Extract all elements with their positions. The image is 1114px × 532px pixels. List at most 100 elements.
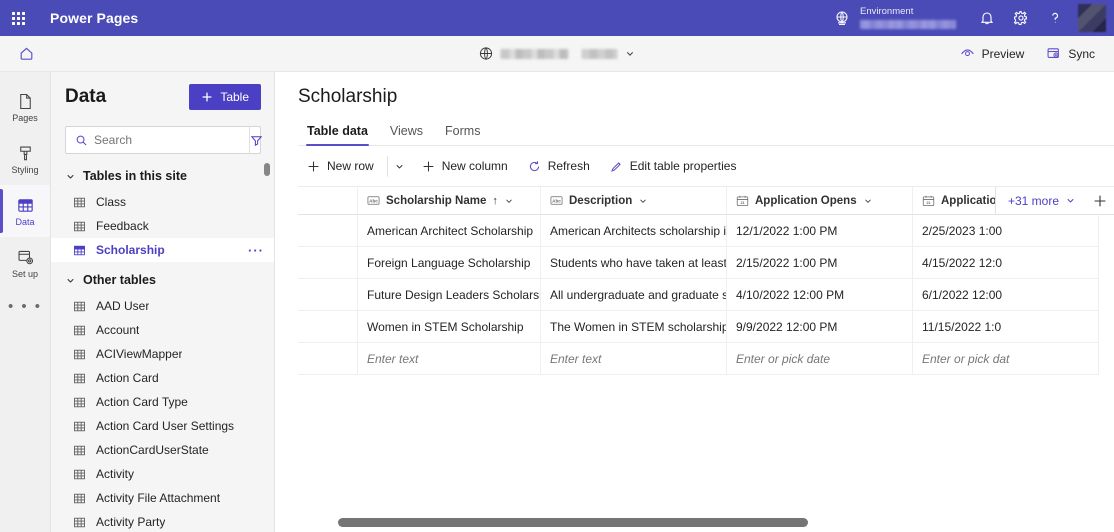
home-button[interactable] [0, 36, 52, 72]
list-item[interactable]: Action Card User Settings [51, 414, 274, 438]
cell-deadline[interactable]: 11/15/2022 1:0 [913, 311, 1099, 343]
more-columns-chip[interactable]: +31 more [994, 187, 1086, 215]
tab-forms[interactable]: Forms [436, 117, 489, 145]
sidebar-item-styling[interactable]: Styling [0, 133, 50, 185]
cell-description[interactable]: American Architects scholarship is… [541, 215, 727, 247]
tab-table-data[interactable]: Table data [298, 117, 377, 146]
search-input[interactable] [94, 133, 249, 147]
new-row-placeholder[interactable]: Enter text Enter text Enter or pick date En… [298, 343, 1114, 375]
table-row[interactable]: Women in STEM Scholarship The Women in ST… [298, 311, 1114, 343]
list-item-overflow-button[interactable]: ··· [248, 244, 264, 257]
select-all-gutter[interactable] [298, 187, 358, 215]
sidebar-item-data[interactable]: Data [0, 185, 50, 237]
column-header-application-opens[interactable]: 21 Application Opens [727, 187, 913, 215]
refresh-button[interactable]: Refresh [519, 154, 599, 178]
sidebar-item-set-up[interactable]: Set up [0, 237, 50, 289]
list-item-label: Account [96, 323, 140, 337]
table-icon [73, 324, 86, 337]
cell-name[interactable]: Women in STEM Scholarship [358, 311, 541, 343]
cell-opens[interactable]: 9/9/2022 12:00 PM [727, 311, 913, 343]
tables-list[interactable]: Tables in this site Class Feedback Schol… [51, 163, 274, 532]
list-item[interactable]: Action Card Type [51, 390, 274, 414]
list-item[interactable]: ActionCardUserState [51, 438, 274, 462]
table-row[interactable]: American Architect Scholarship American A… [298, 215, 1114, 247]
filter-button[interactable] [249, 127, 263, 153]
row-select-gutter[interactable] [298, 311, 358, 343]
row-select-gutter[interactable] [298, 247, 358, 279]
cell-deadline[interactable]: 4/15/2022 12:0 [913, 247, 1099, 279]
row-select-gutter[interactable] [298, 343, 358, 375]
cell-opens[interactable]: 2/15/2022 1:00 PM [727, 247, 913, 279]
page-icon [16, 92, 35, 111]
cell-description[interactable]: The Women in STEM scholarship i… [541, 311, 727, 343]
environment-picker[interactable]: Environment [834, 6, 956, 30]
list-item-label: Feedback [96, 219, 149, 233]
horizontal-scrollbar-track[interactable] [298, 514, 1114, 528]
tab-views[interactable]: Views [381, 117, 432, 145]
settings-button[interactable] [1004, 0, 1038, 36]
list-item[interactable]: Activity File Attachment [51, 486, 274, 510]
cell-name[interactable]: American Architect Scholarship [358, 215, 541, 247]
table-icon [73, 492, 86, 505]
list-item[interactable]: ACIViewMapper [51, 342, 274, 366]
group-header-other-tables[interactable]: Other tables [51, 262, 274, 294]
avatar[interactable] [1078, 4, 1106, 32]
list-item-scholarship[interactable]: Scholarship ··· [51, 238, 274, 262]
sidebar-item-pages[interactable]: Pages [0, 81, 50, 133]
plus-icon [201, 91, 213, 103]
sync-button[interactable]: Sync [1037, 41, 1104, 66]
cell-deadline[interactable]: 6/1/2022 12:00 [913, 279, 1099, 311]
cell-name[interactable]: Future Design Leaders Scholarship [358, 279, 541, 311]
edit-table-properties-button[interactable]: Edit table properties [601, 154, 746, 178]
list-item[interactable]: Class [51, 190, 274, 214]
column-header-label: Application Opens [755, 194, 857, 207]
list-item-label: ActionCardUserState [96, 443, 209, 457]
row-select-gutter[interactable] [298, 279, 358, 311]
cell-opens[interactable]: 4/10/2022 12:00 PM [727, 279, 913, 311]
new-column-button[interactable]: New column [413, 154, 517, 178]
cell-opens[interactable]: 12/1/2022 1:00 PM [727, 215, 913, 247]
help-button[interactable] [1038, 0, 1072, 36]
preview-button[interactable]: Preview [951, 41, 1034, 66]
list-item-label: Activity [96, 467, 135, 481]
search-box[interactable] [65, 126, 263, 154]
new-cell-description[interactable]: Enter text [541, 343, 727, 375]
list-item[interactable]: AAD User [51, 294, 274, 318]
site-picker[interactable] [475, 41, 640, 67]
environment-value-redacted [860, 20, 956, 30]
column-header-description[interactable]: Abc Description [541, 187, 727, 215]
new-row-button[interactable]: New row [298, 154, 383, 178]
list-item[interactable]: Activity [51, 462, 274, 486]
new-cell-name[interactable]: Enter text [358, 343, 541, 375]
cell-name[interactable]: Foreign Language Scholarship [358, 247, 541, 279]
column-header-scholarship-name[interactable]: Abc Scholarship Name ↑ [358, 187, 541, 215]
cell-description[interactable]: All undergraduate and graduate s… [541, 279, 727, 311]
notifications-button[interactable] [970, 0, 1004, 36]
table-row[interactable]: Foreign Language Scholarship Students who… [298, 247, 1114, 279]
column-header-label: Description [569, 194, 633, 207]
new-row-dropdown-button[interactable] [386, 155, 411, 177]
group-header-tables-in-this-site[interactable]: Tables in this site [51, 163, 274, 190]
brush-icon [16, 144, 35, 163]
sync-icon [1046, 46, 1061, 61]
new-cell-opens[interactable]: Enter or pick date [727, 343, 913, 375]
horizontal-scrollbar-thumb[interactable] [338, 518, 808, 527]
group-label: Other tables [83, 273, 156, 287]
new-cell-deadline[interactable]: Enter or pick dat [913, 343, 1099, 375]
list-item-label: Activity Party [96, 515, 166, 529]
table-row[interactable]: Future Design Leaders Scholarship All und… [298, 279, 1114, 311]
list-item[interactable]: Account [51, 318, 274, 342]
table-icon [73, 516, 86, 529]
list-item[interactable]: Activity Party [51, 510, 274, 532]
list-item[interactable]: Action Card [51, 366, 274, 390]
row-select-gutter[interactable] [298, 215, 358, 247]
tables-list-scrollbar[interactable] [264, 163, 270, 176]
cell-deadline[interactable]: 2/25/2023 1:00 [913, 215, 1099, 247]
refresh-icon [528, 160, 541, 173]
app-launcher-button[interactable] [0, 0, 36, 36]
list-item[interactable]: Feedback [51, 214, 274, 238]
rail-more-button[interactable]: • • • [0, 289, 50, 323]
new-table-button[interactable]: Table [189, 84, 261, 110]
add-column-button[interactable] [1086, 187, 1114, 215]
cell-description[interactable]: Students who have taken at least … [541, 247, 727, 279]
